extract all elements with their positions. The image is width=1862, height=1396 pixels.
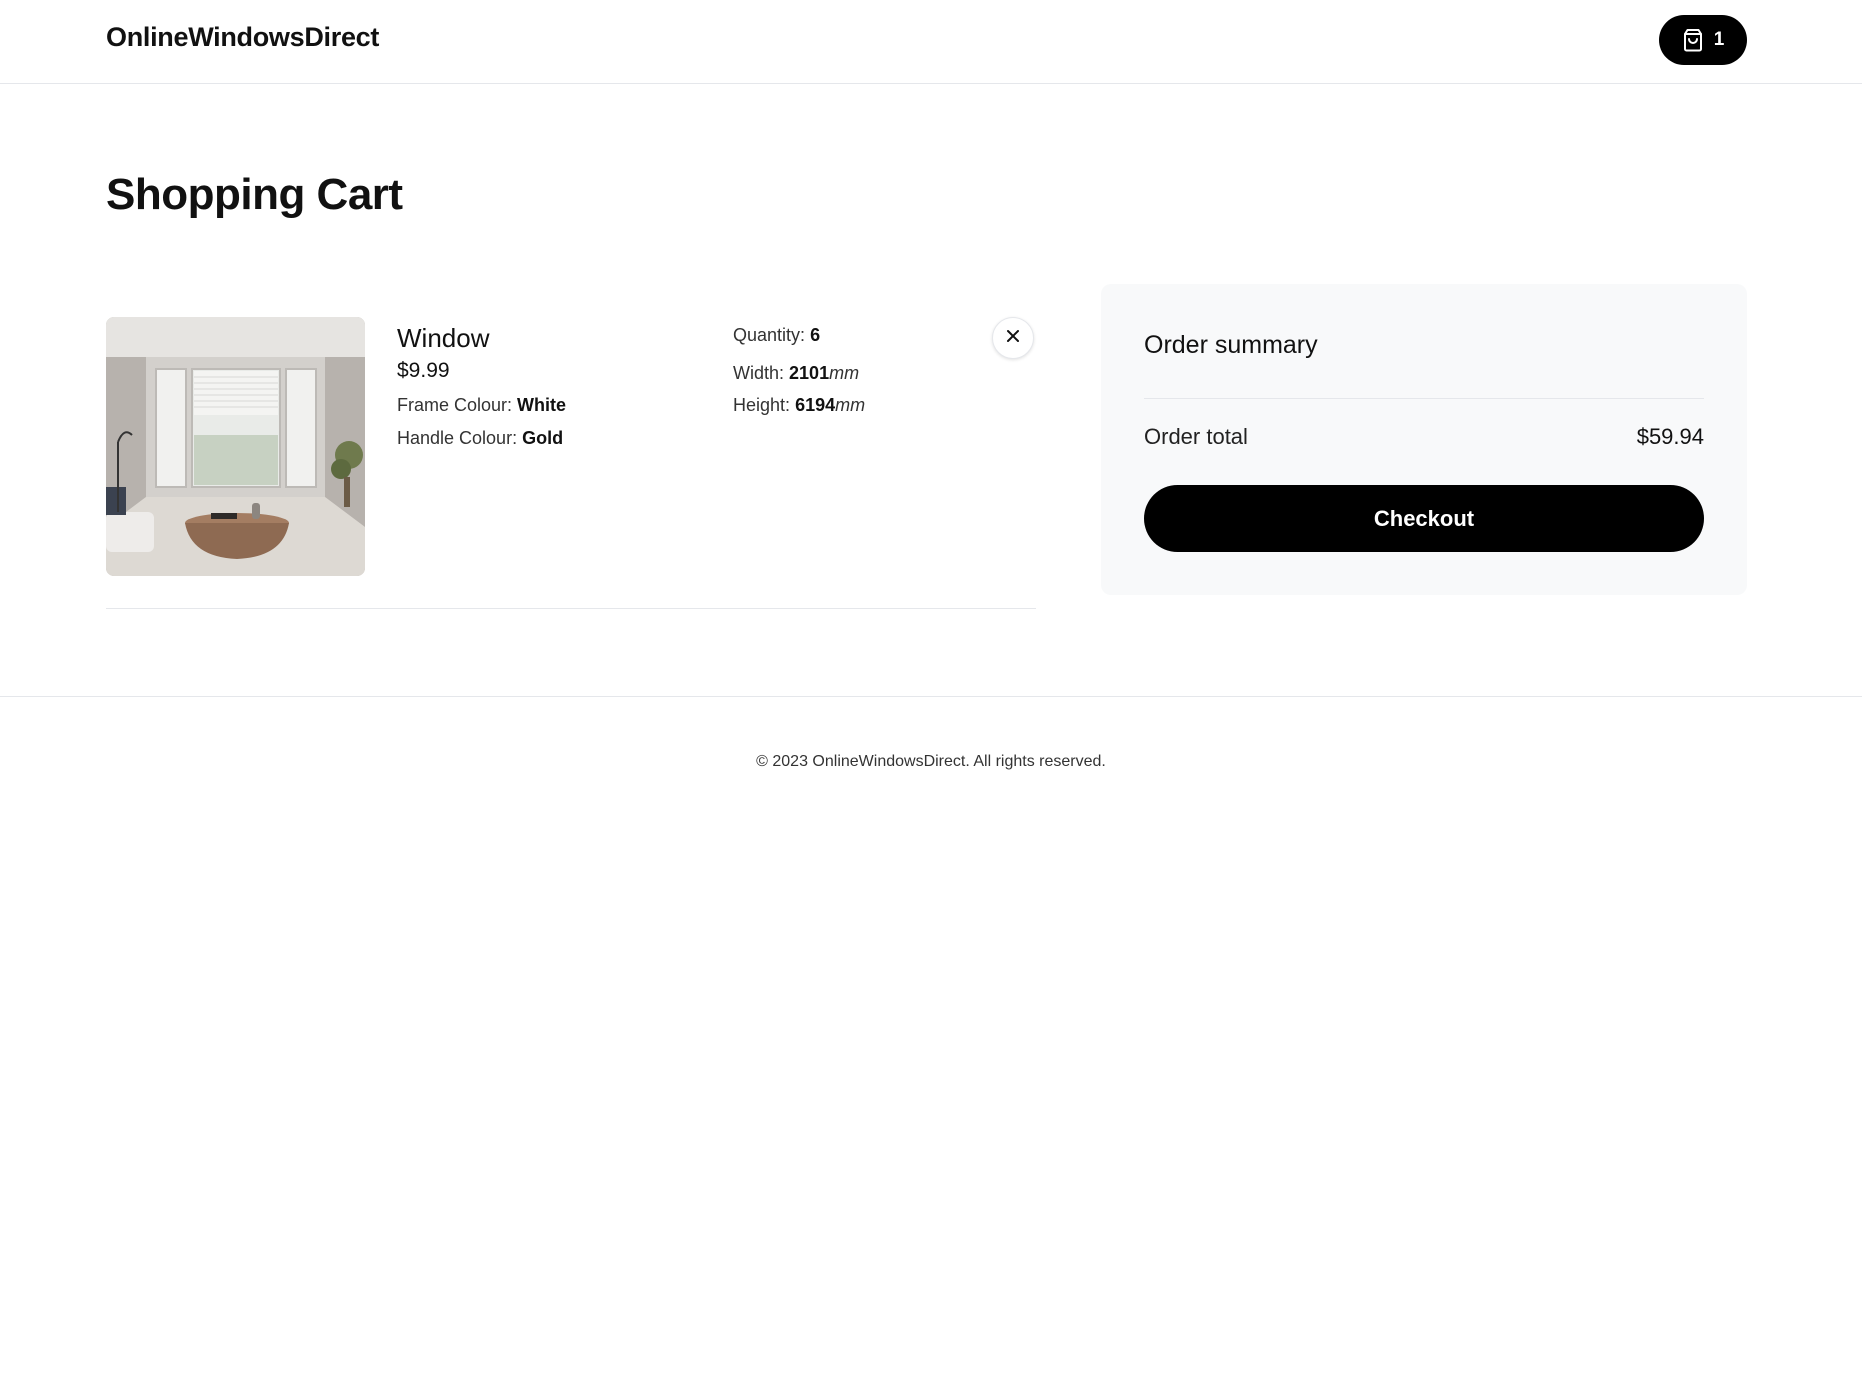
brand-logo[interactable]: OnlineWindowsDirect	[106, 22, 379, 53]
frame-colour-value: White	[517, 395, 567, 415]
quantity-label: Quantity:	[733, 325, 806, 345]
width: Width: 2101mm	[733, 363, 859, 384]
height: Height: 6194mm	[733, 395, 865, 416]
cart-item: Window $9.99 Frame Colour: White Handle …	[106, 317, 1036, 609]
close-icon	[1006, 329, 1020, 348]
divider	[1144, 398, 1704, 399]
width-unit: mm	[829, 363, 860, 383]
product-name[interactable]: Window	[397, 323, 489, 354]
checkout-button[interactable]: Checkout	[1144, 485, 1704, 552]
height-label: Height:	[733, 395, 791, 415]
order-total-value: $59.94	[1636, 424, 1704, 449]
page-title: Shopping Cart	[106, 170, 403, 219]
width-label: Width:	[733, 363, 785, 383]
cart-count: 1	[1713, 29, 1725, 50]
product-image[interactable]	[106, 317, 365, 576]
handle-colour-label: Handle Colour:	[397, 428, 518, 448]
frame-colour: Frame Colour: White	[397, 395, 566, 416]
quantity-value: 6	[810, 325, 821, 345]
site-footer: © 2023 OnlineWindowsDirect. All rights r…	[0, 696, 1862, 806]
handle-colour-value: Gold	[522, 428, 564, 448]
order-summary-title: Order summary	[1144, 331, 1318, 359]
order-total-label: Order total	[1144, 424, 1248, 449]
width-value: 2101	[789, 363, 830, 383]
site-header: OnlineWindowsDirect 1	[0, 0, 1862, 84]
order-summary-panel: Order summary Order total $59.94 Checkou…	[1101, 284, 1747, 595]
height-unit: mm	[835, 395, 866, 415]
height-value: 6194	[795, 395, 836, 415]
remove-item-button[interactable]	[992, 317, 1034, 359]
frame-colour-label: Frame Colour:	[397, 395, 513, 415]
cart-button[interactable]: 1	[1659, 15, 1747, 65]
product-price: $9.99	[397, 359, 450, 382]
handle-colour: Handle Colour: Gold	[397, 428, 563, 449]
quantity: Quantity: 6	[733, 325, 820, 346]
copyright-text: © 2023 OnlineWindowsDirect. All rights r…	[756, 753, 1106, 770]
shopping-bag-icon	[1682, 28, 1704, 52]
